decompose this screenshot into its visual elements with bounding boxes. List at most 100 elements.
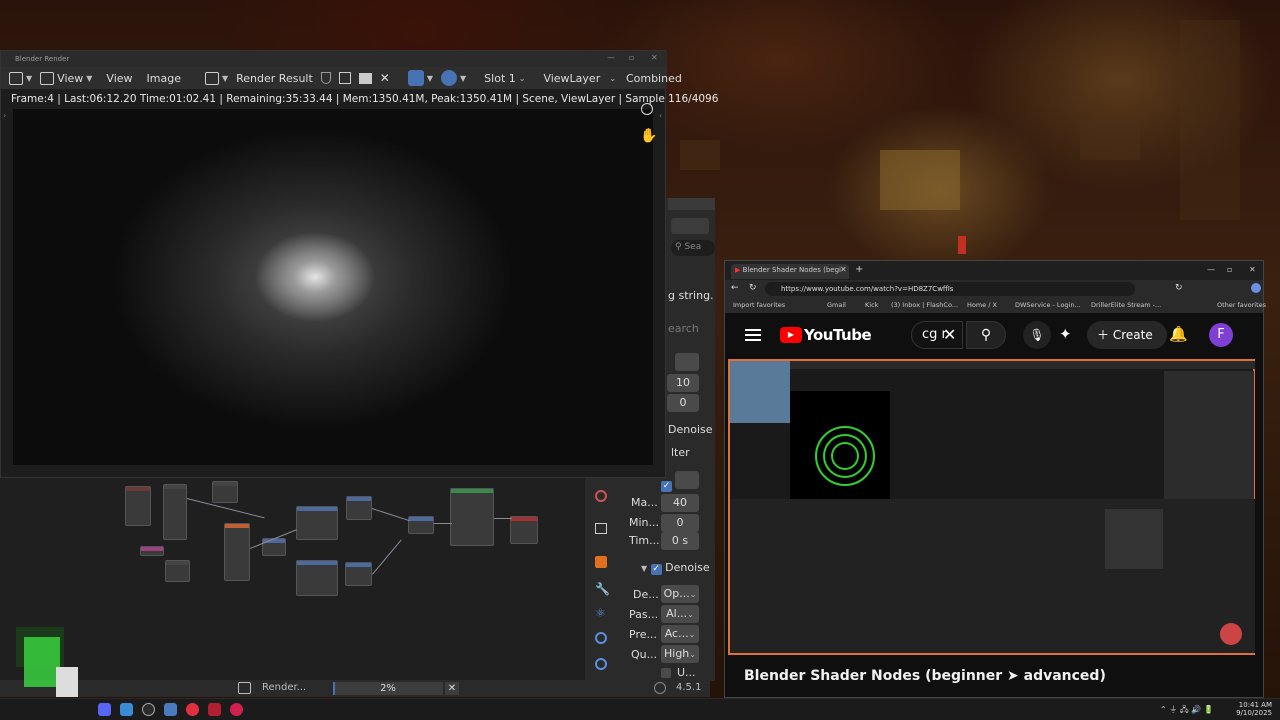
app-icon[interactable] — [208, 703, 221, 716]
close-button[interactable]: ✕ — [1249, 265, 1256, 274]
menu-image[interactable]: Image — [147, 72, 181, 85]
minimize-button[interactable]: — — [607, 53, 615, 62]
system-tray-icons[interactable]: ⌃ ⏚ 🖧 🔊 🔋 — [1160, 704, 1214, 718]
refresh-icon[interactable]: ↻ — [1175, 283, 1183, 293]
create-button[interactable]: ＋ Create — [1087, 321, 1167, 349]
copilot-icon[interactable] — [1251, 283, 1261, 293]
node[interactable] — [224, 523, 250, 581]
view-layer-select[interactable]: ViewLayer ⌄ — [543, 72, 615, 85]
node[interactable] — [408, 516, 434, 534]
render-pass-select[interactable]: Combined — [626, 72, 682, 85]
close-button[interactable]: ✕ — [651, 53, 658, 62]
fav-x[interactable]: Home / X — [967, 301, 997, 309]
node[interactable] — [165, 560, 190, 582]
new-tab-button[interactable]: + — [855, 264, 863, 275]
node[interactable] — [510, 516, 538, 544]
image-name-field[interactable]: Render Result — [236, 72, 313, 85]
slot-select[interactable]: Slot 1 ⌄ — [484, 72, 525, 85]
fav-other[interactable]: Other favorites — [1217, 301, 1266, 309]
denoiser-select[interactable]: Op...⌄ — [661, 585, 699, 603]
chevron-left-icon[interactable]: ‹ — [659, 111, 662, 120]
use-checkbox[interactable] — [661, 668, 671, 678]
world-icon[interactable] — [595, 490, 607, 502]
node[interactable] — [296, 560, 338, 596]
avatar[interactable]: F — [1209, 323, 1233, 347]
duplicate-icon[interactable] — [338, 72, 351, 84]
opera-icon[interactable] — [186, 703, 199, 716]
max-samples-field[interactable]: 40 — [661, 494, 699, 512]
close-tab-icon[interactable]: ✕ — [840, 265, 847, 274]
url-input[interactable]: https://www.youtube.com/watch?v=HD8Z7Cwf… — [765, 282, 1135, 296]
notifications-icon[interactable]: 🔔 — [1169, 325, 1188, 343]
folder-icon[interactable] — [120, 703, 133, 716]
denoise-checkbox[interactable]: ✓ — [650, 564, 662, 575]
minimize-button[interactable]: — — [1207, 265, 1215, 274]
microphone-icon[interactable]: 🎙 — [1023, 321, 1051, 349]
node[interactable] — [346, 496, 372, 520]
quality-select[interactable]: High⌄ — [661, 645, 699, 663]
node[interactable] — [345, 562, 372, 586]
hand-pan-icon[interactable]: ✋ — [640, 128, 657, 144]
menu-icon[interactable] — [745, 329, 761, 341]
render-preview[interactable] — [13, 109, 653, 465]
particles-icon[interactable]: ⚛ — [595, 606, 606, 620]
zoom-icon[interactable] — [641, 103, 653, 115]
field-empty[interactable] — [675, 353, 699, 371]
node[interactable] — [212, 481, 238, 503]
blender-version: 4.5.1 — [676, 682, 702, 693]
collection-icon[interactable] — [595, 523, 607, 534]
clear-search-icon[interactable]: ✕ — [943, 325, 956, 344]
fav-gmail[interactable]: Gmail — [827, 301, 846, 309]
passes-select[interactable]: Al...⌄ — [661, 605, 699, 623]
maximize-button[interactable]: ▫ — [1227, 265, 1232, 274]
prefilter-select[interactable]: Ac...⌄ — [661, 625, 699, 643]
node[interactable] — [450, 488, 494, 546]
view-mode-select[interactable]: View ▼ — [40, 71, 92, 85]
field-empty-2[interactable] — [675, 471, 699, 489]
fav-import[interactable]: Import favorites — [733, 301, 785, 309]
fav-driller[interactable]: DrillerElite Stream -... — [1091, 301, 1161, 309]
denoise-toggle[interactable]: ▼ ✓ Denoise — [641, 561, 710, 575]
cancel-render-button[interactable]: ✕ — [445, 682, 459, 695]
fav-kick[interactable]: Kick — [865, 301, 878, 309]
copy-icon[interactable] — [671, 218, 709, 234]
overlay-toggle[interactable]: ▼ — [407, 70, 433, 86]
denoise-top-label[interactable]: Denoise — [668, 423, 713, 436]
editor-type-select[interactable]: ▼ — [9, 71, 32, 85]
min-samples-field[interactable]: 0 — [661, 514, 699, 532]
discord-icon[interactable] — [98, 703, 111, 716]
display-channels[interactable]: ▼ — [441, 70, 466, 86]
menu-view[interactable]: View — [106, 72, 132, 85]
maximize-button[interactable]: ▫ — [629, 53, 634, 62]
fav-inbox[interactable]: (3) Inbox | FlashCo... — [891, 301, 958, 309]
search-button[interactable]: ⚲ — [966, 321, 1006, 349]
field-10[interactable]: 10 — [667, 374, 699, 392]
image-browse[interactable]: ▼ — [204, 71, 228, 85]
search-field[interactable]: ⚲ Sea — [671, 240, 715, 256]
back-icon[interactable]: ← — [731, 283, 739, 293]
node[interactable] — [163, 484, 187, 540]
time-limit-field[interactable]: 0 s — [661, 532, 699, 550]
node[interactable] — [296, 506, 338, 540]
folder-icon[interactable] — [358, 72, 372, 84]
node[interactable] — [140, 546, 164, 556]
constraints-icon[interactable] — [595, 658, 607, 670]
settings-icon[interactable] — [164, 703, 177, 716]
object-icon[interactable] — [595, 556, 607, 568]
refresh-icon[interactable]: ↻ — [749, 283, 757, 293]
chevron-right-icon[interactable]: › — [3, 111, 6, 120]
gemini-icon[interactable]: ✦ — [1059, 325, 1072, 343]
browser-tab[interactable]: ▶ Blender Shader Nodes (begi — [731, 264, 849, 279]
record-icon[interactable] — [230, 703, 243, 716]
wrench-icon[interactable]: 🔧 — [595, 582, 610, 596]
node[interactable] — [125, 486, 151, 526]
fav-dwservice[interactable]: DWService - Login... — [1015, 301, 1081, 309]
chatgpt-icon[interactable] — [142, 703, 155, 716]
clock[interactable]: 10:41 AM 9/10/2025 — [1236, 701, 1272, 717]
close-icon[interactable]: ✕ — [380, 71, 390, 85]
physics-icon[interactable] — [595, 632, 607, 644]
field-0[interactable]: 0 — [667, 394, 699, 412]
video-player[interactable] — [728, 359, 1255, 655]
youtube-logo-icon[interactable]: ▶ — [780, 327, 802, 343]
shield-icon[interactable] — [320, 72, 331, 84]
